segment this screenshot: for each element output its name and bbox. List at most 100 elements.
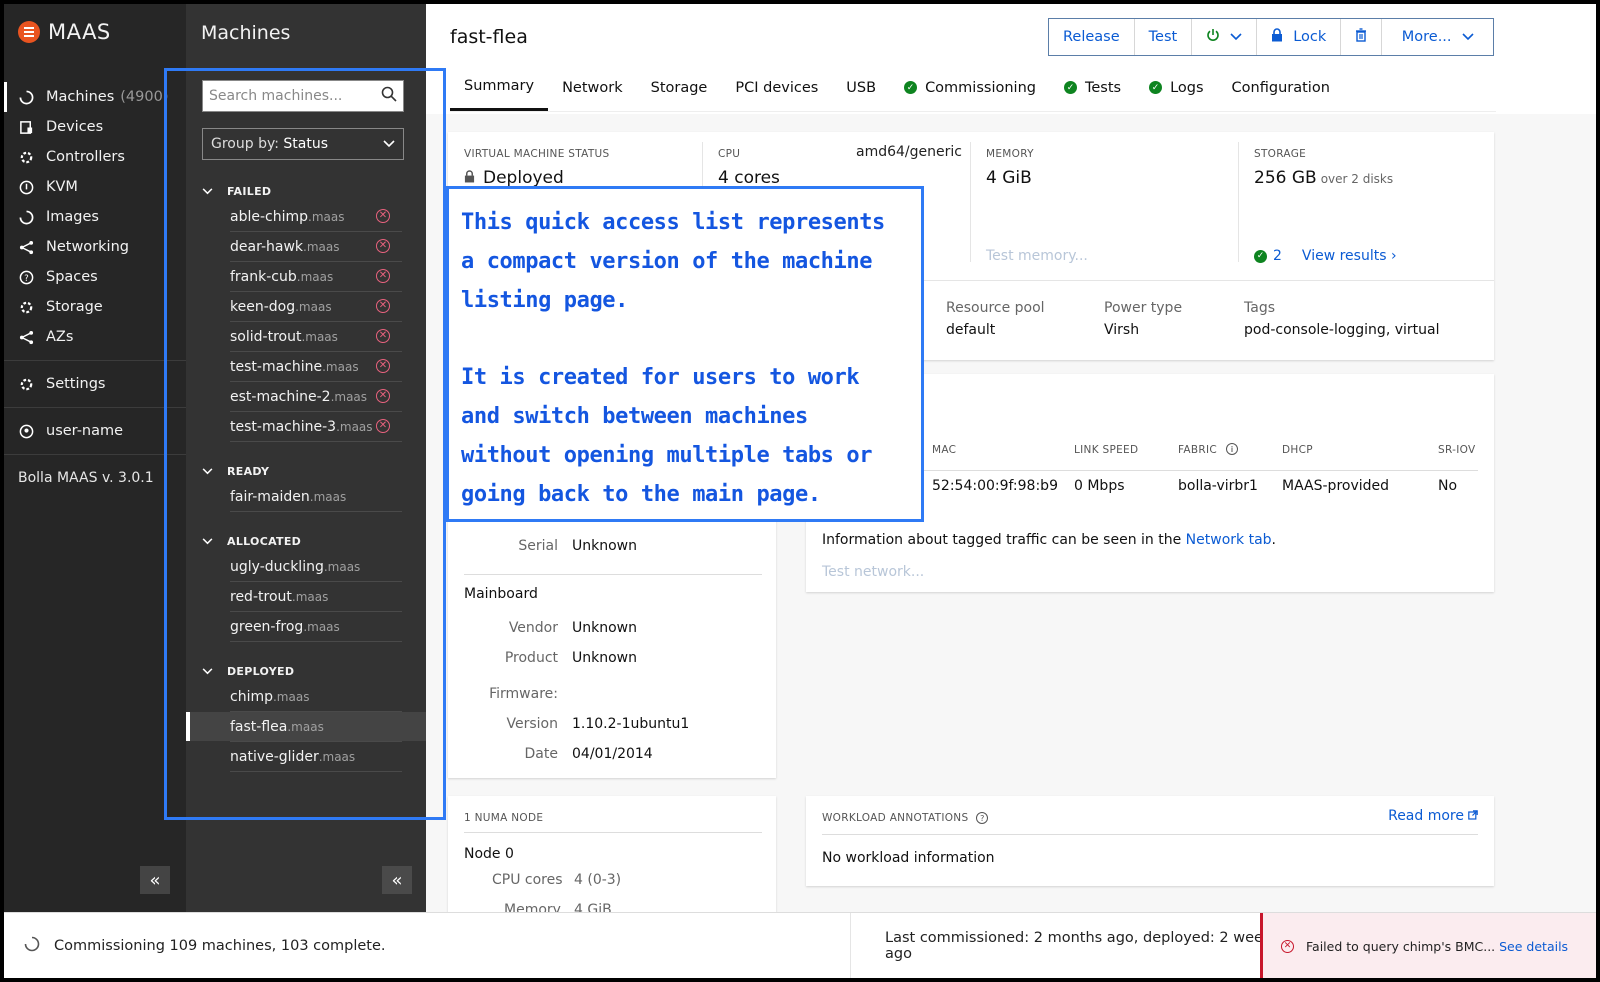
tab-label: Summary	[464, 78, 535, 94]
spinner-icon	[24, 936, 40, 956]
group-header-allocated[interactable]: ALLOCATED	[186, 530, 426, 552]
machine-list-item[interactable]: test-machine-3 .maas ✕	[230, 412, 402, 442]
test-button[interactable]: Test	[1135, 19, 1193, 55]
numa-card: 1 NUMA NODE Node 0 CPU cores 4 (0-3) Mem…	[448, 796, 776, 912]
pool-label: Resource pool	[946, 300, 1045, 316]
power-type-value: Virsh	[1104, 322, 1140, 338]
info-icon[interactable]: i	[1226, 443, 1238, 455]
network-cell: MAAS-provided	[1282, 478, 1390, 494]
view-results-link[interactable]: View results ›	[1302, 248, 1397, 264]
power-menu-button[interactable]	[1192, 19, 1258, 55]
workload-title: WORKLOAD ANNOTATIONS	[822, 812, 969, 824]
numa-title: 1 NUMA NODE	[464, 812, 544, 824]
machine-list-item[interactable]: green-frog .maas	[230, 612, 402, 642]
numa-cores-value: 4 (0-3)	[574, 872, 622, 888]
collapse-nav-button[interactable]: «	[140, 866, 170, 894]
version-text: Bolla MAAS v. 3.0.1	[18, 470, 154, 486]
callout-line: listing page.	[461, 288, 628, 313]
machine-list-item[interactable]: native-glider .maas	[230, 742, 402, 772]
nav-item-spaces[interactable]: ? Spaces	[4, 262, 186, 292]
nav-item-user[interactable]: user-name	[4, 416, 186, 446]
tags-label: Tags	[1244, 300, 1275, 316]
machine-list-item[interactable]: red-trout .maas	[230, 582, 402, 612]
release-button[interactable]: Release	[1049, 19, 1135, 55]
error-text: Failed to query chimp's BMC...	[1306, 938, 1496, 954]
machine-list-item[interactable]: able-chimp .maas ✕	[230, 202, 402, 232]
tab-logs[interactable]: ✓ Logs	[1135, 64, 1217, 111]
nav-item-azs[interactable]: AZs	[4, 322, 186, 352]
tab-commissioning[interactable]: ✓ Commissioning	[890, 64, 1050, 111]
check-icon: ✓	[904, 81, 918, 94]
lock-icon	[1271, 28, 1283, 46]
firmware-label: Firmware:	[489, 686, 558, 702]
machine-hostname: fair-maiden	[230, 488, 310, 505]
tab-configuration[interactable]: Configuration	[1218, 64, 1344, 111]
lock-label: Lock	[1293, 29, 1327, 45]
network-column-header: DHCP	[1282, 444, 1313, 456]
machine-list-item[interactable]: ugly-duckling .maas	[230, 552, 402, 582]
nav-item-storage[interactable]: Storage	[4, 292, 186, 322]
see-details-link[interactable]: See details	[1499, 939, 1568, 954]
failed-status-icon: ✕	[376, 329, 390, 343]
machine-domain: .maas	[303, 239, 340, 254]
cpu-value: 4 cores	[718, 168, 780, 188]
nav-item-images[interactable]: Images	[4, 202, 186, 232]
machine-domain: .maas	[318, 749, 356, 764]
tab-usb[interactable]: USB	[832, 64, 890, 111]
group-header-failed[interactable]: FAILED	[186, 180, 426, 202]
nav-item-kvm[interactable]: KVM	[4, 172, 186, 202]
tab-label: Network	[562, 79, 623, 96]
machine-list-item[interactable]: keen-dog .maas ✕	[230, 292, 402, 322]
group-by-select[interactable]: Group by: Status	[202, 128, 404, 160]
group-header-ready[interactable]: READY	[186, 460, 426, 482]
tab-storage[interactable]: Storage	[637, 64, 722, 111]
search-icon	[381, 86, 397, 106]
callout-line: This quick access list represents	[461, 210, 885, 235]
machine-hostname: native-glider	[230, 748, 319, 765]
tab-pci-devices[interactable]: PCI devices	[721, 64, 832, 111]
info-icon[interactable]: ?	[976, 812, 989, 824]
group-header-deployed[interactable]: DEPLOYED	[186, 660, 426, 682]
more-button[interactable]: More...	[1382, 19, 1493, 55]
failed-status-icon: ✕	[376, 299, 390, 313]
nav-item-machines[interactable]: Machines (4900)	[4, 82, 186, 112]
machine-list-item[interactable]: test-machine .maas ✕	[230, 352, 402, 382]
read-more-link[interactable]: Read more	[1388, 808, 1478, 824]
spaces-icon: ?	[18, 269, 34, 285]
lock-button[interactable]: Lock	[1257, 19, 1342, 55]
tab-tests[interactable]: ✓ Tests	[1050, 64, 1135, 111]
collapse-list-button[interactable]: «	[382, 866, 412, 894]
machine-list-item[interactable]: fast-flea .maas	[186, 712, 426, 742]
machine-list-item[interactable]: est-machine-2 .maas ✕	[230, 382, 402, 412]
nav-item-controllers[interactable]: Controllers	[4, 142, 186, 172]
machine-domain: .maas	[308, 209, 345, 224]
status-label: VIRTUAL MACHINE STATUS	[464, 148, 610, 160]
machine-list-item[interactable]: chimp .maas	[230, 682, 402, 712]
details-tabs: Summary Network Storage PCI devices USB …	[450, 64, 1496, 112]
machine-list-item[interactable]: dear-hawk .maas ✕	[230, 232, 402, 262]
tab-network[interactable]: Network	[548, 64, 637, 111]
nav-item-settings[interactable]: Settings	[4, 369, 186, 399]
network-tab-link[interactable]: Network tab	[1186, 532, 1272, 548]
machine-hostname: ugly-duckling	[230, 558, 324, 575]
machine-domain: .maas	[295, 299, 332, 314]
machine-list-item[interactable]: fair-maiden .maas	[230, 482, 402, 512]
numa-memory-label: Memory	[504, 902, 561, 912]
network-column-header: FABRIC	[1178, 444, 1217, 456]
maas-logo[interactable]: MAAS	[18, 20, 111, 44]
machine-domain: .maas	[291, 589, 329, 604]
product-label: Product	[504, 650, 558, 666]
delete-button[interactable]	[1341, 19, 1383, 55]
nav-item-label: Spaces	[46, 269, 98, 285]
machine-list-item[interactable]: frank-cub .maas ✕	[230, 262, 402, 292]
tab-summary[interactable]: Summary	[450, 64, 549, 111]
search-machines-input[interactable]: Search machines...	[202, 80, 404, 112]
vendor-label: Vendor	[508, 620, 558, 636]
machine-list-item[interactable]: solid-trout .maas ✕	[230, 322, 402, 352]
nav-item-devices[interactable]: Devices	[4, 112, 186, 142]
test-memory-link[interactable]: Test memory...	[986, 248, 1088, 264]
failed-status-icon: ✕	[376, 209, 390, 223]
storage-value: 256 GB	[1254, 168, 1317, 188]
test-network-link[interactable]: Test network...	[822, 564, 924, 580]
nav-item-networking[interactable]: Networking	[4, 232, 186, 262]
